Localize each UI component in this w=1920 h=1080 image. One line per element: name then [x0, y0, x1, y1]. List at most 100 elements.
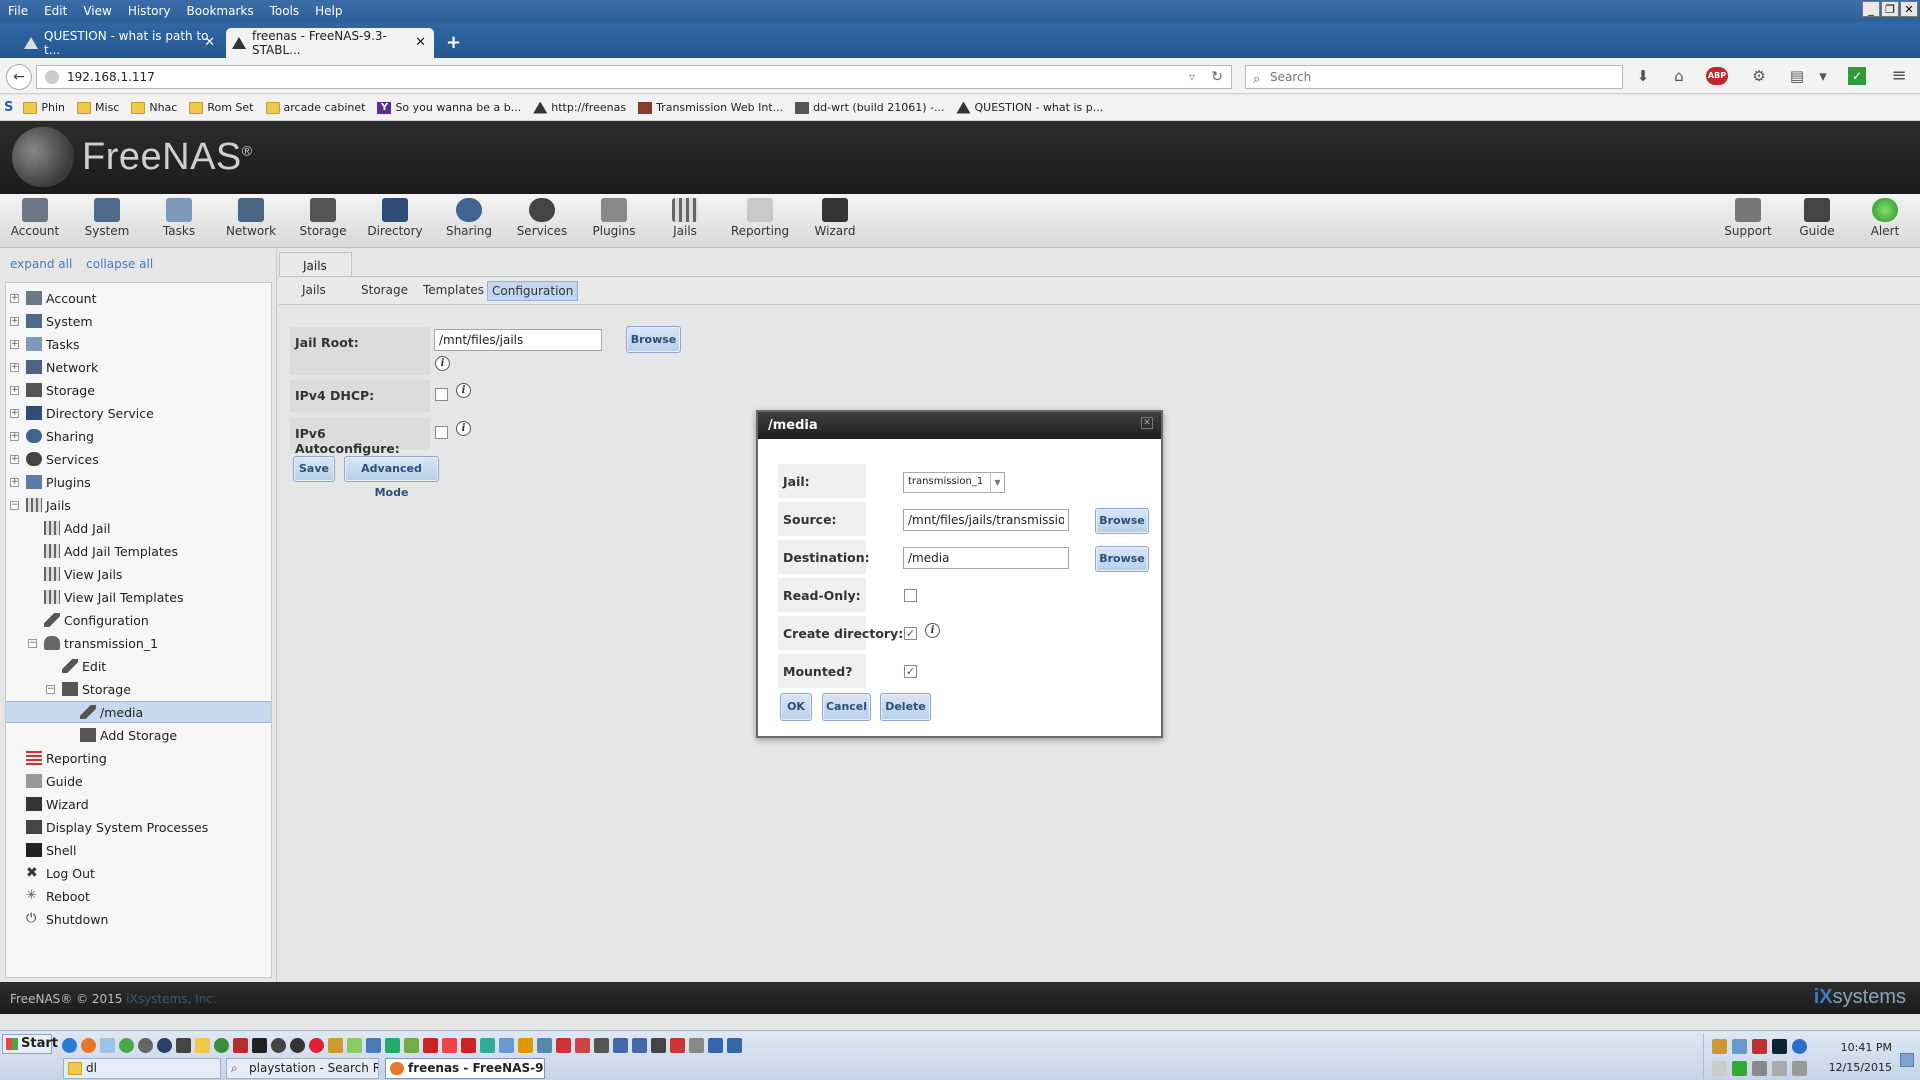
- volume-icon[interactable]: [1792, 1061, 1807, 1076]
- steam-icon[interactable]: [157, 1038, 172, 1053]
- quicklaunch-icon[interactable]: [347, 1038, 362, 1053]
- close-icon[interactable]: ✕: [1900, 1, 1918, 17]
- jail-root-input[interactable]: [434, 329, 602, 351]
- bookmark-link[interactable]: Transmission Web Int...: [638, 101, 783, 114]
- info-icon[interactable]: i: [456, 383, 471, 398]
- quicklaunch-icon[interactable]: [670, 1038, 685, 1053]
- sidebar-item-add-jail[interactable]: Add Jail: [6, 517, 271, 539]
- sidebar-item-account[interactable]: + Account: [6, 287, 271, 309]
- quicklaunch-icon[interactable]: [575, 1038, 590, 1053]
- url-bar[interactable]: 192.168.1.117 ▿ ↻: [36, 65, 1232, 89]
- sidebar-item-edit[interactable]: Edit: [6, 655, 271, 677]
- bookmark-link[interactable]: dd-wrt (build 21061) -...: [795, 101, 944, 114]
- nav-reporting[interactable]: Reporting: [728, 198, 792, 238]
- expand-icon[interactable]: +: [10, 339, 19, 349]
- start-button[interactable]: Start: [2, 1034, 58, 1054]
- clipboard-dropdown-icon[interactable]: ▾: [1814, 67, 1832, 85]
- back-icon[interactable]: ←: [6, 64, 32, 90]
- browser-tab-question[interactable]: QUESTION - what is path to t... ✕: [18, 28, 223, 58]
- sidebar-item-view-jails[interactable]: View Jails: [6, 563, 271, 585]
- bookmark-folder[interactable]: arcade cabinet: [265, 101, 365, 114]
- tab-close-icon[interactable]: ✕: [204, 35, 215, 50]
- quicklaunch-icon[interactable]: [138, 1038, 153, 1053]
- menu-file[interactable]: File: [0, 4, 36, 18]
- collapse-icon[interactable]: −: [28, 638, 37, 648]
- bookmarks-s-icon[interactable]: S: [4, 100, 13, 115]
- hamburger-menu-icon[interactable]: ≡: [1890, 67, 1908, 85]
- tab-close-icon[interactable]: ✕: [415, 35, 426, 50]
- expand-icon[interactable]: +: [10, 454, 19, 464]
- sidebar-item-add-jail-templates[interactable]: Add Jail Templates: [6, 540, 271, 562]
- sidebar-item-transmission-jail[interactable]: − transmission_1: [6, 632, 271, 654]
- quicklaunch-icon[interactable]: [366, 1038, 381, 1053]
- site-info-icon[interactable]: [45, 70, 59, 84]
- tray-icon[interactable]: [1712, 1061, 1727, 1076]
- restore-icon[interactable]: ❐: [1881, 1, 1899, 17]
- sidebar-item-shell[interactable]: Shell: [6, 839, 271, 861]
- expand-icon[interactable]: +: [10, 408, 19, 418]
- dialog-close-icon[interactable]: ✕: [1141, 417, 1153, 429]
- quicklaunch-icon[interactable]: [328, 1038, 343, 1053]
- nvidia-icon[interactable]: [1732, 1061, 1747, 1076]
- freenas-logo[interactable]: FreeNAS®: [12, 127, 253, 187]
- save-button[interactable]: Save: [293, 456, 335, 482]
- advanced-mode-button[interactable]: Advanced Mode: [344, 456, 439, 499]
- quicklaunch-icon[interactable]: [556, 1038, 571, 1053]
- browser-tab-freenas[interactable]: freenas - FreeNAS-9.3-STABL... ✕: [226, 28, 434, 58]
- green-extension-icon[interactable]: ✓: [1848, 67, 1866, 85]
- create-directory-checkbox[interactable]: ✓: [904, 627, 917, 640]
- ipv6-autoconfigure-checkbox[interactable]: [435, 426, 448, 439]
- menu-history[interactable]: History: [120, 4, 179, 18]
- nav-jails[interactable]: Jails: [653, 198, 717, 238]
- company-link[interactable]: iXsystems, Inc.: [126, 992, 216, 1006]
- sidebar-item-add-storage[interactable]: Add Storage: [6, 724, 271, 746]
- clock-date[interactable]: 12/15/2015: [1829, 1061, 1892, 1074]
- taskbar-task-dl[interactable]: dl: [63, 1058, 221, 1079]
- quicklaunch-icon[interactable]: [309, 1038, 324, 1053]
- ixsystems-logo[interactable]: iXsystems: [1814, 986, 1906, 1009]
- reload-icon[interactable]: ↻: [1211, 66, 1223, 88]
- cancel-button[interactable]: Cancel: [822, 693, 871, 721]
- sidebar-item-jail-storage[interactable]: − Storage: [6, 678, 271, 700]
- quicklaunch-icon[interactable]: [651, 1038, 666, 1053]
- info-icon[interactable]: i: [925, 623, 940, 638]
- nav-wizard[interactable]: Wizard: [803, 198, 867, 238]
- nav-network[interactable]: Network: [219, 198, 283, 238]
- url-dropdown-icon[interactable]: ▿: [1189, 66, 1195, 88]
- sidebar-item-wizard[interactable]: Wizard: [6, 793, 271, 815]
- new-tab-icon[interactable]: +: [446, 32, 461, 53]
- quicklaunch-icon[interactable]: [708, 1038, 723, 1053]
- mounted-checkbox[interactable]: ✓: [904, 665, 917, 678]
- info-icon[interactable]: i: [456, 421, 471, 436]
- nav-alert[interactable]: Alert: [1853, 198, 1917, 238]
- menu-help[interactable]: Help: [307, 4, 350, 18]
- quicklaunch-icon[interactable]: [727, 1038, 742, 1053]
- bookmark-folder[interactable]: Phin: [23, 101, 65, 114]
- menu-tools[interactable]: Tools: [262, 4, 308, 18]
- collapse-icon[interactable]: −: [10, 500, 19, 510]
- quicklaunch-icon[interactable]: [423, 1038, 438, 1053]
- quicklaunch-icon[interactable]: [385, 1038, 400, 1053]
- sidebar-item-storage[interactable]: + Storage: [6, 379, 271, 401]
- nav-account[interactable]: Account: [3, 198, 67, 238]
- quicklaunch-icon[interactable]: [252, 1038, 267, 1053]
- menu-view[interactable]: View: [75, 4, 119, 18]
- taskbar-task-playstation[interactable]: ⌕ playstation - Search Res...: [226, 1058, 379, 1079]
- read-only-checkbox[interactable]: [904, 589, 917, 602]
- expand-icon[interactable]: +: [10, 293, 19, 303]
- nav-plugins[interactable]: Plugins: [582, 198, 646, 238]
- collapse-all-link[interactable]: collapse all: [86, 257, 153, 271]
- search-input[interactable]: ⌕ Search: [1245, 65, 1623, 89]
- quicklaunch-icon[interactable]: [404, 1038, 419, 1053]
- quicklaunch-icon[interactable]: [480, 1038, 495, 1053]
- nav-system[interactable]: System: [75, 198, 139, 238]
- delete-button[interactable]: Delete: [880, 693, 931, 721]
- expand-icon[interactable]: +: [10, 385, 19, 395]
- menu-bookmarks[interactable]: Bookmarks: [179, 4, 262, 18]
- nav-tasks[interactable]: Tasks: [147, 198, 211, 238]
- quicklaunch-icon[interactable]: [290, 1038, 305, 1053]
- quicklaunch-icon[interactable]: [518, 1038, 533, 1053]
- sidebar-item-jails[interactable]: − Jails: [6, 494, 271, 516]
- clock-time[interactable]: 10:41 PM: [1841, 1041, 1892, 1054]
- destination-input[interactable]: [903, 547, 1069, 569]
